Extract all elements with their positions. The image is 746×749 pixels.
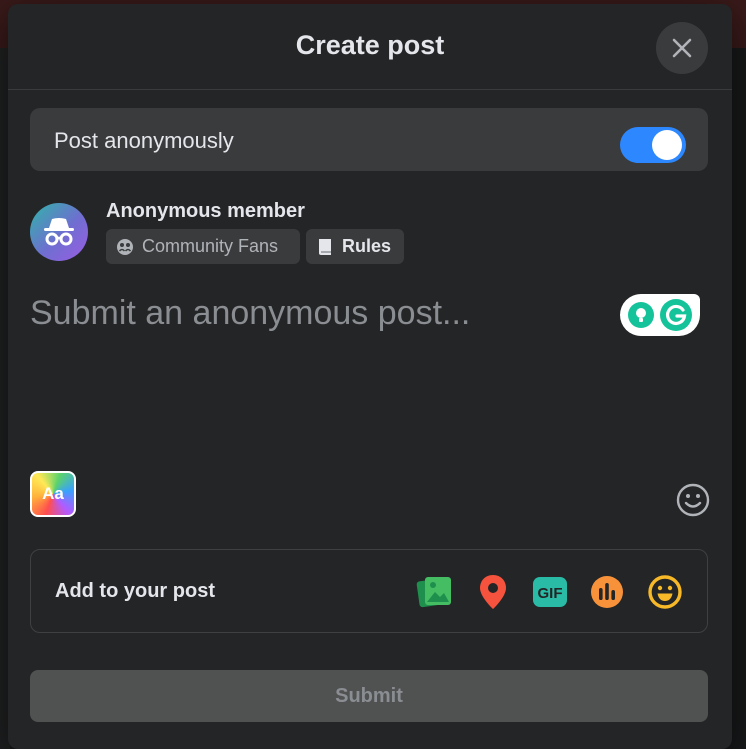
photo-video-button[interactable]: [415, 572, 455, 612]
grammarly-button[interactable]: [620, 294, 700, 336]
post-text-input[interactable]: Submit an anonymous post...: [30, 294, 470, 333]
check-in-button[interactable]: [473, 572, 513, 612]
rules-chip[interactable]: Rules: [306, 229, 404, 264]
dialog-header: Create post: [8, 4, 732, 90]
dialog-title: Create post: [295, 30, 445, 60]
lightbulb-icon: [628, 302, 654, 328]
group-chip-label: Community Fans: [142, 236, 279, 256]
gif-button[interactable]: GIF: [530, 572, 570, 612]
incognito-icon: [44, 218, 74, 246]
feeling-activity-button[interactable]: [645, 572, 685, 612]
location-pin-icon: [480, 575, 506, 609]
feeling-icon: [648, 575, 682, 609]
book-icon: [319, 238, 331, 255]
poll-button[interactable]: [587, 572, 627, 612]
group-icon: [117, 238, 133, 255]
post-anonymously-toggle[interactable]: [620, 127, 686, 163]
rules-chip-label: Rules: [342, 236, 392, 256]
post-anonymously-row: Post anonymously: [30, 108, 708, 171]
photo-video-icon: [416, 577, 451, 608]
toggle-knob: [652, 130, 682, 160]
close-icon: [672, 38, 692, 58]
add-to-post-bar: Add to your post GIF: [30, 549, 708, 633]
grammarly-icon: [660, 299, 692, 331]
poll-icon: [591, 576, 623, 608]
avatar: [30, 203, 88, 261]
gif-text: GIF: [538, 585, 563, 602]
close-button[interactable]: [656, 22, 708, 74]
gif-icon: GIF: [533, 577, 567, 607]
emoji-icon[interactable]: [675, 482, 711, 518]
create-post-dialog: Create post Post anonymously Anonymous m…: [8, 4, 732, 749]
add-to-post-label: Add to your post: [55, 580, 215, 602]
author-name: Anonymous member: [106, 200, 305, 222]
post-anonymously-label: Post anonymously: [54, 128, 234, 153]
group-audience-chip[interactable]: Community Fans: [106, 229, 300, 264]
text-format-button[interactable]: Aa: [30, 471, 76, 517]
submit-button[interactable]: Submit: [30, 670, 708, 722]
text-format-label: Aa: [42, 484, 64, 503]
